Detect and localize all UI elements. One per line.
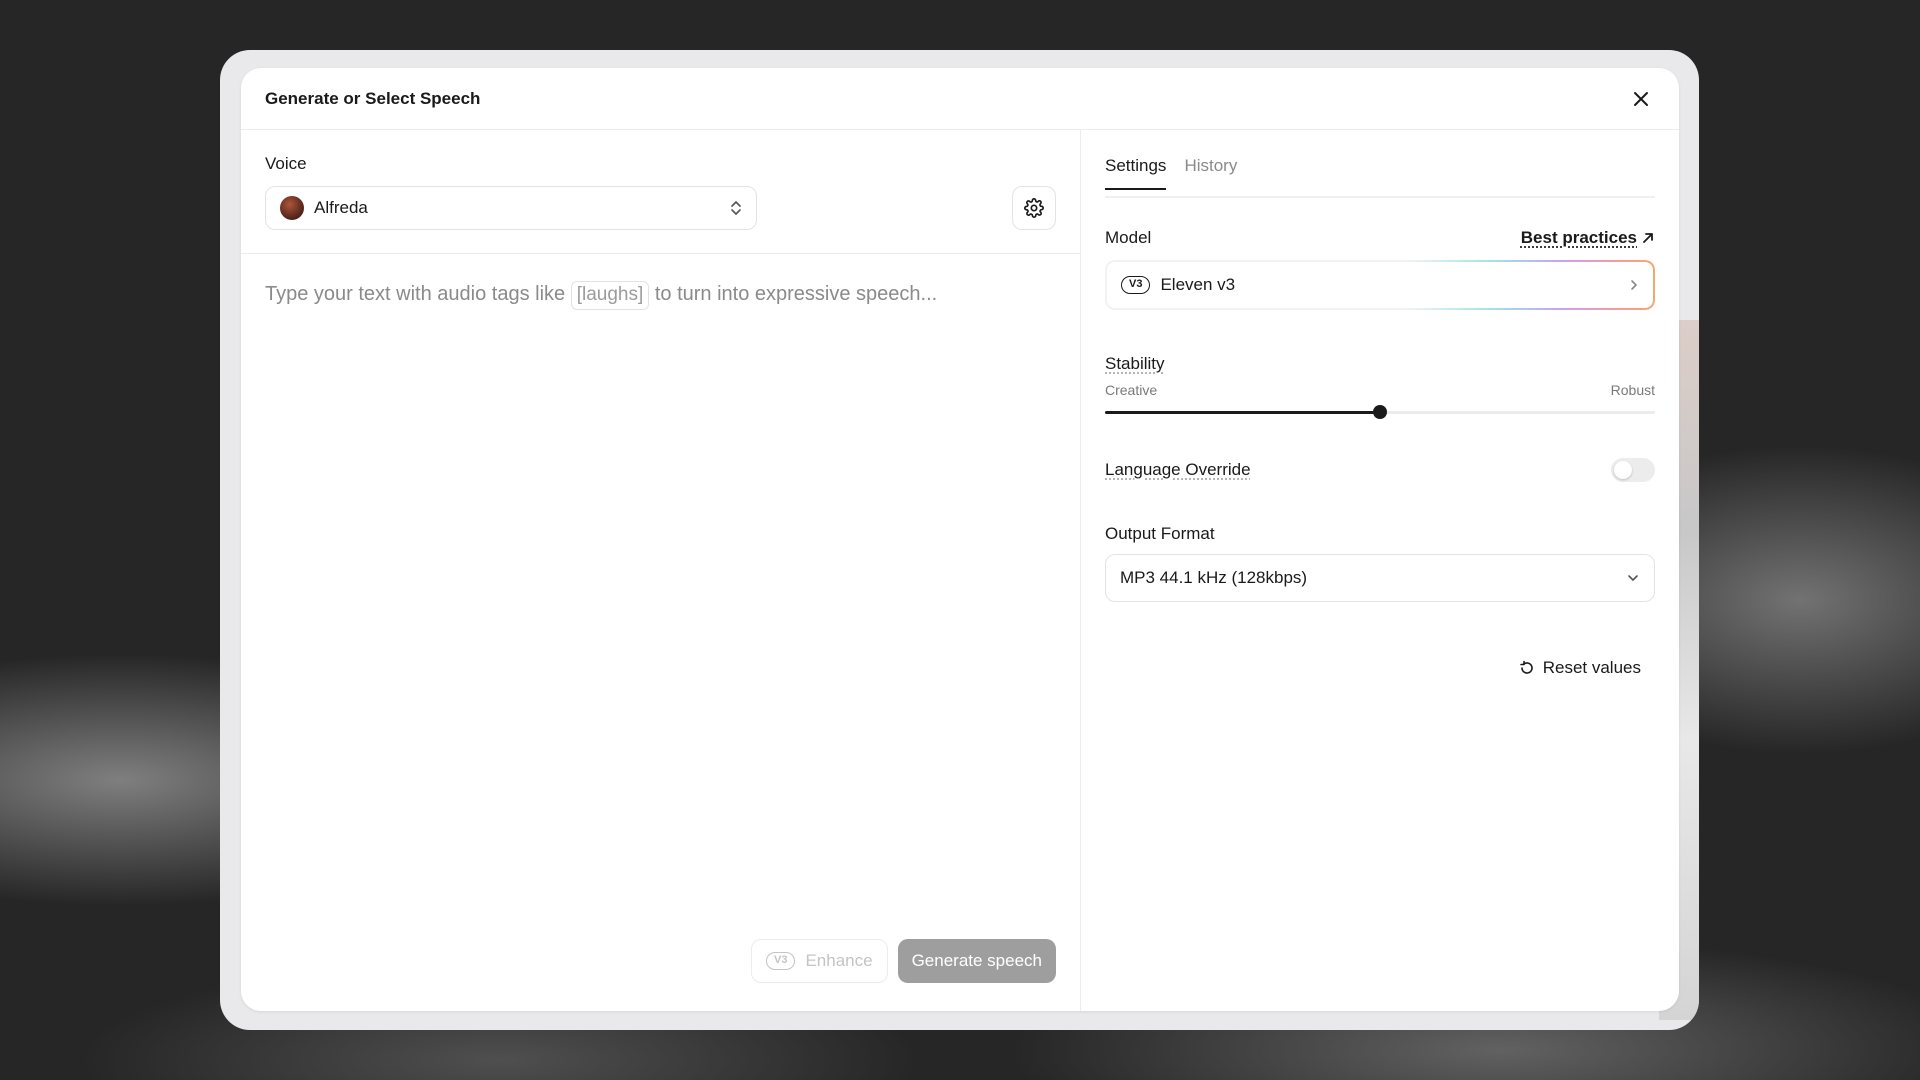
model-select[interactable]: V3 Eleven v3 — [1105, 260, 1655, 310]
audio-tag-example: [laughs] — [570, 281, 650, 310]
speech-dialog: Generate or Select Speech Voice Alfreda — [241, 68, 1679, 1011]
placeholder-text-before: Type your text with audio tags like — [265, 283, 566, 305]
voice-row: Alfreda — [265, 186, 1056, 230]
tab-history[interactable]: History — [1184, 156, 1237, 188]
model-label: Model — [1105, 228, 1152, 247]
reset-values-button[interactable]: Reset values — [1519, 658, 1641, 678]
stability-section: Stability Creative Robust — [1105, 354, 1655, 422]
tab-bar: Settings History — [1105, 150, 1655, 198]
editor-actions: V3 Enhance Generate speech — [750, 939, 1056, 983]
slider-thumb[interactable] — [1373, 405, 1387, 419]
output-format-select[interactable]: MP3 44.1 kHz (128kbps) — [1105, 554, 1655, 602]
dialog-body: Voice Alfreda Type your text with audio … — [241, 130, 1679, 1011]
voice-settings-button[interactable] — [1012, 186, 1056, 230]
placeholder-text-after: to turn into expressive speech... — [654, 283, 938, 305]
close-icon — [1634, 91, 1648, 106]
model-header: Model Best practices — [1105, 228, 1655, 248]
model-badge: V3 — [1121, 276, 1151, 294]
output-format-value: MP3 44.1 kHz (128kbps) — [1120, 568, 1308, 587]
stability-min-label: Creative — [1105, 382, 1158, 398]
editor-panel: Voice Alfreda Type your text with audio … — [241, 130, 1081, 1011]
language-override-row: Language Override — [1105, 458, 1655, 482]
language-override-toggle[interactable] — [1611, 458, 1655, 482]
enhance-button[interactable]: V3 Enhance — [750, 939, 888, 983]
reset-row: Reset values — [1105, 658, 1655, 678]
chevron-right-icon — [1631, 280, 1637, 290]
tab-settings[interactable]: Settings — [1105, 156, 1167, 190]
voice-name: Alfreda — [314, 198, 368, 217]
chevron-up-down-icon — [731, 201, 741, 215]
dialog-header: Generate or Select Speech — [241, 68, 1679, 130]
stability-label: Stability — [1105, 354, 1165, 373]
dialog-title: Generate or Select Speech — [265, 88, 481, 108]
model-select-inner: V3 Eleven v3 — [1107, 262, 1653, 308]
output-format-label: Output Format — [1105, 524, 1215, 543]
model-section: Model Best practices V3 Eleven v3 — [1105, 228, 1655, 310]
generate-label: Generate speech — [911, 951, 1042, 970]
gear-icon — [1024, 198, 1044, 218]
slider-fill — [1105, 411, 1380, 414]
rotate-ccw-icon — [1519, 660, 1533, 674]
chevron-down-icon — [1628, 575, 1638, 581]
arrow-up-right-icon — [1643, 233, 1653, 243]
stability-scale: Creative Robust — [1105, 382, 1655, 398]
stability-max-label: Robust — [1610, 382, 1655, 398]
voice-select[interactable]: Alfreda — [265, 186, 757, 230]
settings-panel: Settings History Model Best practices V3 — [1081, 130, 1679, 1011]
stability-slider[interactable] — [1105, 402, 1655, 422]
text-input-area[interactable]: Type your text with audio tags like [lau… — [241, 254, 1080, 336]
toggle-knob — [1614, 461, 1632, 479]
voice-label: Voice — [265, 154, 307, 173]
language-override-label: Language Override — [1105, 460, 1251, 479]
generate-speech-button[interactable]: Generate speech — [897, 939, 1056, 983]
model-name: Eleven v3 — [1160, 275, 1236, 294]
close-button[interactable] — [1627, 85, 1655, 113]
best-practices-label: Best practices — [1520, 228, 1637, 247]
voice-avatar — [280, 196, 304, 220]
voice-section: Voice Alfreda — [241, 130, 1080, 254]
reset-values-label: Reset values — [1542, 658, 1641, 677]
v3-badge: V3 — [765, 952, 796, 970]
best-practices-link[interactable]: Best practices — [1521, 228, 1655, 248]
output-format-section: Output Format MP3 44.1 kHz (128kbps) — [1105, 524, 1655, 602]
enhance-label: Enhance — [805, 951, 873, 970]
